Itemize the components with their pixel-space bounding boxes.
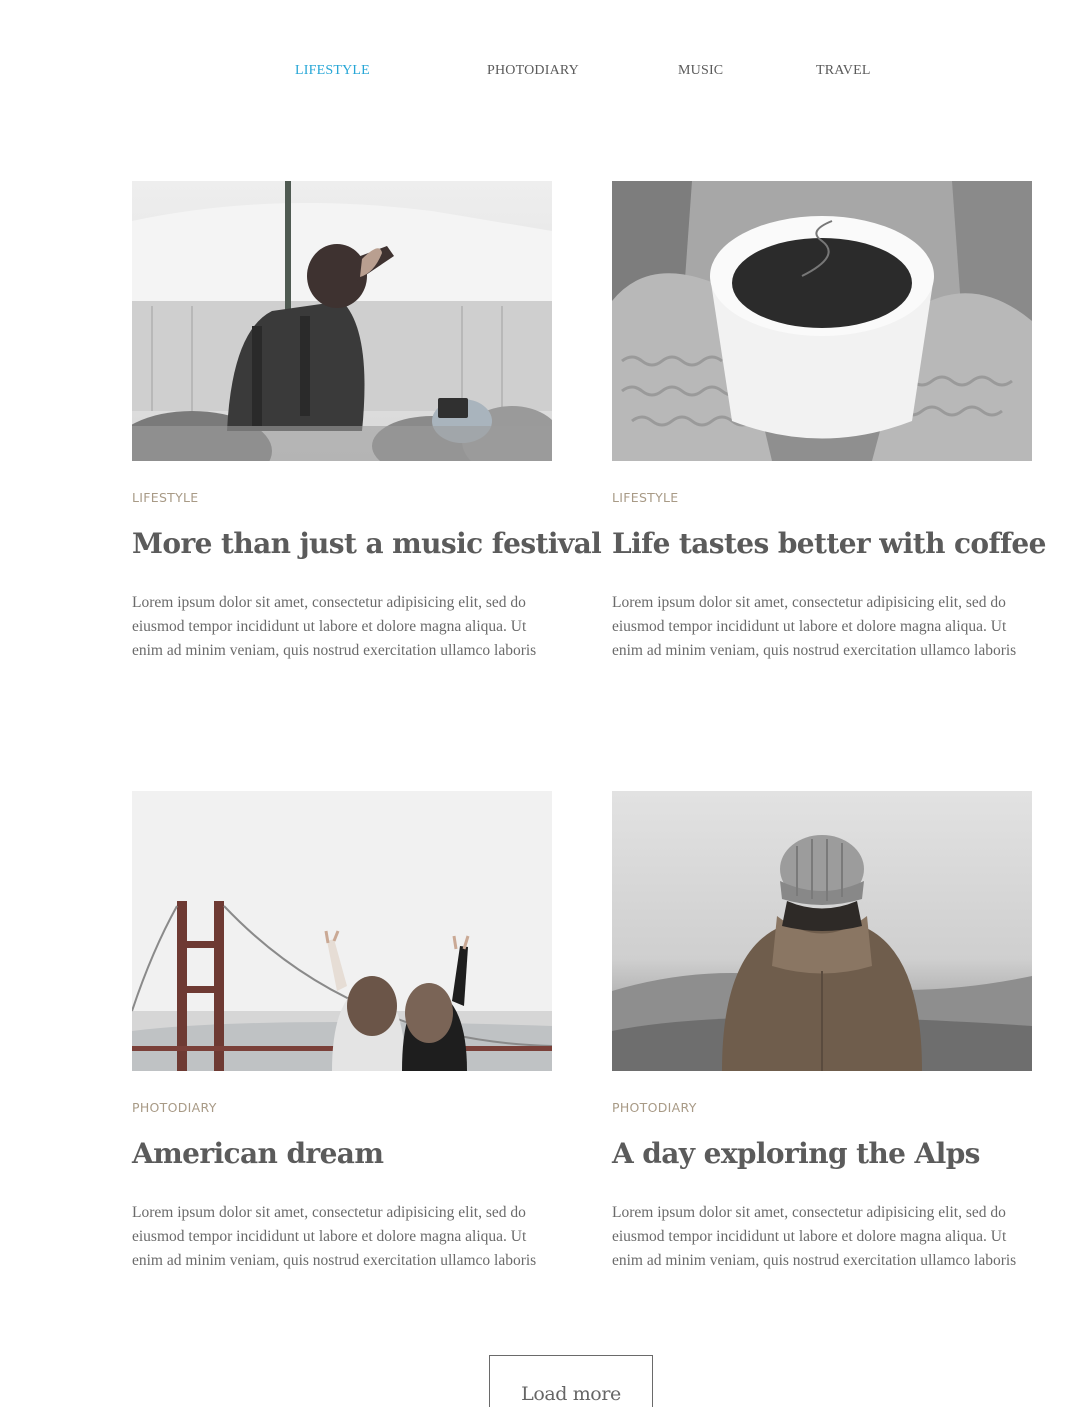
post-thumbnail[interactable] bbox=[612, 181, 1032, 461]
nav-item-travel[interactable]: TRAVEL bbox=[816, 63, 871, 79]
coffee-cup-mittens-photo bbox=[612, 181, 1032, 461]
post-excerpt: Lorem ipsum dolor sit amet, consectetur … bbox=[132, 594, 537, 659]
nav-item-photodiary[interactable]: PHOTODIARY bbox=[487, 63, 579, 79]
post-thumbnail[interactable] bbox=[612, 791, 1032, 1071]
post-excerpt: Lorem ipsum dolor sit amet, consectetur … bbox=[612, 594, 1017, 659]
post-category[interactable]: LIFESTYLE bbox=[612, 490, 679, 505]
post-title[interactable]: A day exploring the Alps bbox=[612, 1135, 1052, 1173]
golden-gate-friends-photo bbox=[132, 791, 552, 1071]
category-nav: LIFESTYLE PHOTODIARY MUSIC TRAVEL bbox=[0, 63, 1089, 83]
post-title[interactable]: American dream bbox=[132, 1135, 572, 1173]
post-category[interactable]: PHOTODIARY bbox=[132, 1100, 217, 1115]
post-title[interactable]: Life tastes better with coffee bbox=[612, 525, 1052, 563]
post-thumbnail[interactable] bbox=[132, 181, 552, 461]
post-title[interactable]: More than just a music festival bbox=[132, 525, 602, 563]
nav-item-music[interactable]: MUSIC bbox=[678, 63, 723, 79]
post-excerpt: Lorem ipsum dolor sit amet, consectetur … bbox=[612, 1204, 1017, 1269]
post-category[interactable]: LIFESTYLE bbox=[132, 490, 199, 505]
load-more-button[interactable]: Load more bbox=[489, 1355, 653, 1407]
concert-crowd-photo bbox=[132, 181, 552, 461]
hiker-in-fog-photo bbox=[612, 791, 1032, 1071]
post-thumbnail[interactable] bbox=[132, 791, 552, 1071]
nav-item-lifestyle[interactable]: LIFESTYLE bbox=[295, 63, 370, 79]
post-category[interactable]: PHOTODIARY bbox=[612, 1100, 697, 1115]
post-excerpt: Lorem ipsum dolor sit amet, consectetur … bbox=[132, 1204, 537, 1269]
